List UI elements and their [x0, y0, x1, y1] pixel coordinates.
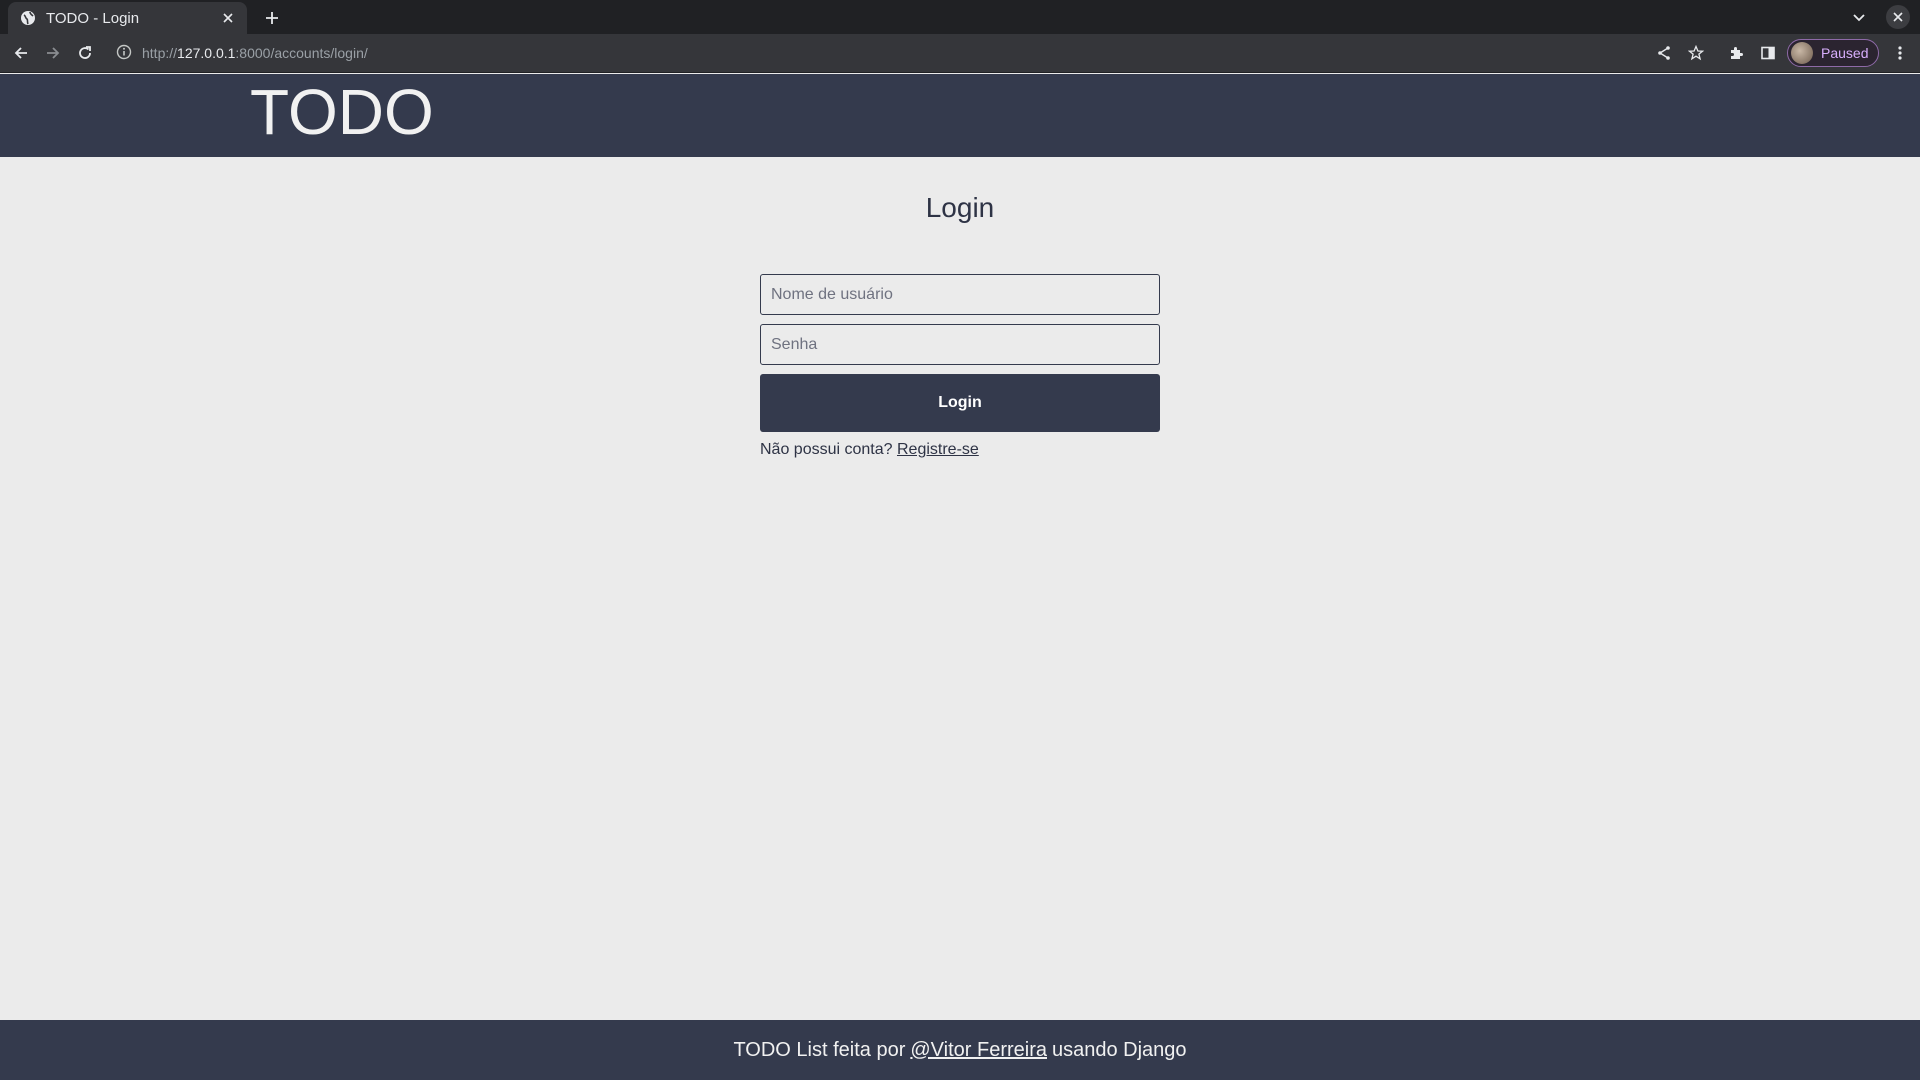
username-input[interactable]: [760, 274, 1160, 315]
browser-tab-strip: TODO - Login: [0, 0, 1920, 34]
kebab-menu-icon[interactable]: [1887, 40, 1913, 66]
url-scheme: http://: [142, 45, 178, 61]
profile-button[interactable]: Paused: [1787, 39, 1879, 67]
info-icon[interactable]: [116, 44, 134, 62]
url-host: 127.0.0.1: [177, 45, 236, 61]
footer-prefix: TODO List feita por: [733, 1038, 906, 1061]
signup-prompt: Não possui conta?: [760, 441, 893, 458]
login-button[interactable]: Login: [760, 374, 1160, 432]
address-bar[interactable]: http://127.0.0.1:8000/accounts/login/: [108, 38, 1648, 68]
tab-title: TODO - Login: [46, 9, 140, 27]
profile-status: Paused: [1821, 45, 1869, 61]
register-link[interactable]: Registre-se: [897, 441, 979, 458]
close-icon[interactable]: [1886, 5, 1910, 29]
browser-toolbar: http://127.0.0.1:8000/accounts/login/ Pa…: [0, 34, 1920, 73]
star-icon[interactable]: [1683, 40, 1709, 66]
chevron-down-icon[interactable]: [1846, 5, 1872, 31]
footer-suffix: usando Django: [1052, 1038, 1187, 1061]
avatar: [1791, 42, 1813, 64]
plus-icon[interactable]: [258, 4, 286, 32]
signup-prompt-line: Não possui conta? Registre-se: [760, 441, 1160, 459]
puzzle-icon[interactable]: [1723, 40, 1749, 66]
side-panel-icon[interactable]: [1755, 40, 1781, 66]
arrow-left-icon[interactable]: [8, 40, 34, 66]
password-input[interactable]: [760, 324, 1160, 365]
close-icon[interactable]: [219, 9, 237, 27]
author-link[interactable]: @Vitor Ferreira: [910, 1039, 1047, 1062]
share-icon[interactable]: [1651, 40, 1677, 66]
browser-tab[interactable]: TODO - Login: [8, 2, 247, 34]
page-title: Login: [925, 192, 995, 223]
reload-icon[interactable]: [72, 40, 98, 66]
url-text: http://127.0.0.1:8000/accounts/login/: [142, 45, 368, 61]
site-header: TODO: [0, 74, 1920, 157]
site-footer: TODO List feita por @Vitor Ferreira usan…: [0, 1020, 1920, 1080]
globe-icon: [20, 10, 36, 26]
url-path: :8000/accounts/login/: [235, 45, 368, 61]
page: TODO Login Login Não possui conta? Regis…: [0, 74, 1920, 1080]
login-form: Login Não possui conta? Registre-se: [760, 274, 1160, 459]
arrow-right-icon[interactable]: [40, 40, 66, 66]
brand-title[interactable]: TODO: [250, 80, 434, 144]
